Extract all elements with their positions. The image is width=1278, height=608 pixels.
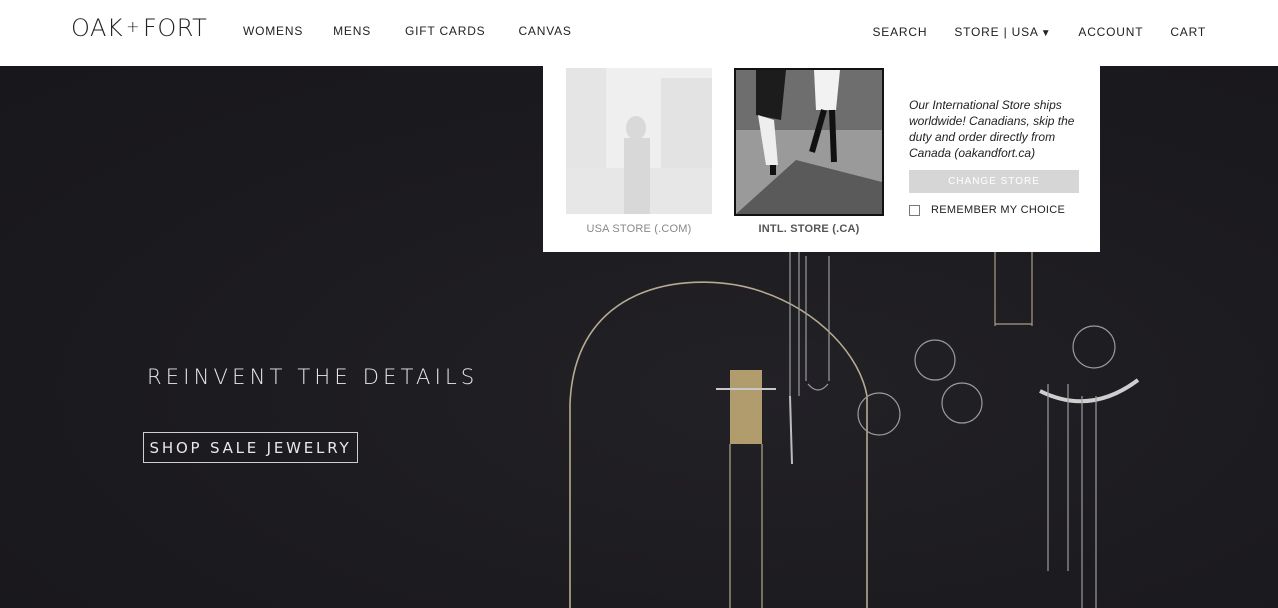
nav-canvas[interactable]: CANVAS bbox=[518, 24, 571, 38]
change-store-button[interactable]: CHANGE STORE bbox=[909, 170, 1079, 193]
city-street-image bbox=[566, 68, 712, 214]
intl-store-photo bbox=[734, 68, 884, 216]
site-header: OAK + FORT WOMENS MENS GIFT CARDS CANVAS S… bbox=[0, 0, 1278, 66]
store-selector-popup: USA STORE (.COM) INTL. STORE (.CA) Our I… bbox=[543, 64, 1100, 252]
usa-store-photo bbox=[566, 68, 712, 214]
usa-store-label: USA STORE (.COM) bbox=[586, 223, 692, 235]
shop-sale-jewelry-button[interactable]: SHOP SALE JEWELRY bbox=[143, 432, 358, 463]
utility-nav: SEARCH STORE | USA ▼ ACCOUNT CART bbox=[846, 25, 1207, 39]
primary-nav: WOMENS MENS GIFT CARDS CANVAS bbox=[243, 24, 602, 38]
nav-mens[interactable]: MENS bbox=[333, 24, 371, 38]
hero-tagline: REINVENT THE DETAILS bbox=[147, 365, 479, 389]
nav-gift-cards[interactable]: GIFT CARDS bbox=[405, 24, 485, 38]
caret-down-icon: ▼ bbox=[1040, 28, 1052, 39]
logo-word-fort: FORT bbox=[143, 14, 208, 42]
intl-store-info: Our International Store ships worldwide!… bbox=[909, 98, 1075, 160]
remember-choice-checkbox[interactable]: REMEMBER MY CHOICE bbox=[909, 204, 1065, 216]
search-link[interactable]: SEARCH bbox=[873, 25, 928, 39]
intl-store-label: INTL. STORE (.CA) bbox=[758, 223, 860, 235]
checkbox-icon[interactable] bbox=[909, 204, 920, 216]
street-walkers-image bbox=[736, 70, 882, 214]
account-link[interactable]: ACCOUNT bbox=[1078, 25, 1143, 39]
logo-plus: + bbox=[126, 17, 141, 36]
cart-link[interactable]: CART bbox=[1170, 25, 1206, 39]
store-selector-label: STORE | USA bbox=[954, 25, 1039, 39]
intl-store-option[interactable]: INTL. STORE (.CA) bbox=[734, 68, 884, 235]
remember-choice-label: REMEMBER MY CHOICE bbox=[931, 204, 1066, 216]
usa-store-option[interactable]: USA STORE (.COM) bbox=[566, 68, 716, 235]
logo-word-oak: OAK bbox=[71, 14, 124, 42]
brand-logo[interactable]: OAK + FORT bbox=[71, 14, 207, 42]
store-selector[interactable]: STORE | USA ▼ bbox=[954, 25, 1051, 39]
nav-womens[interactable]: WOMENS bbox=[243, 24, 303, 38]
